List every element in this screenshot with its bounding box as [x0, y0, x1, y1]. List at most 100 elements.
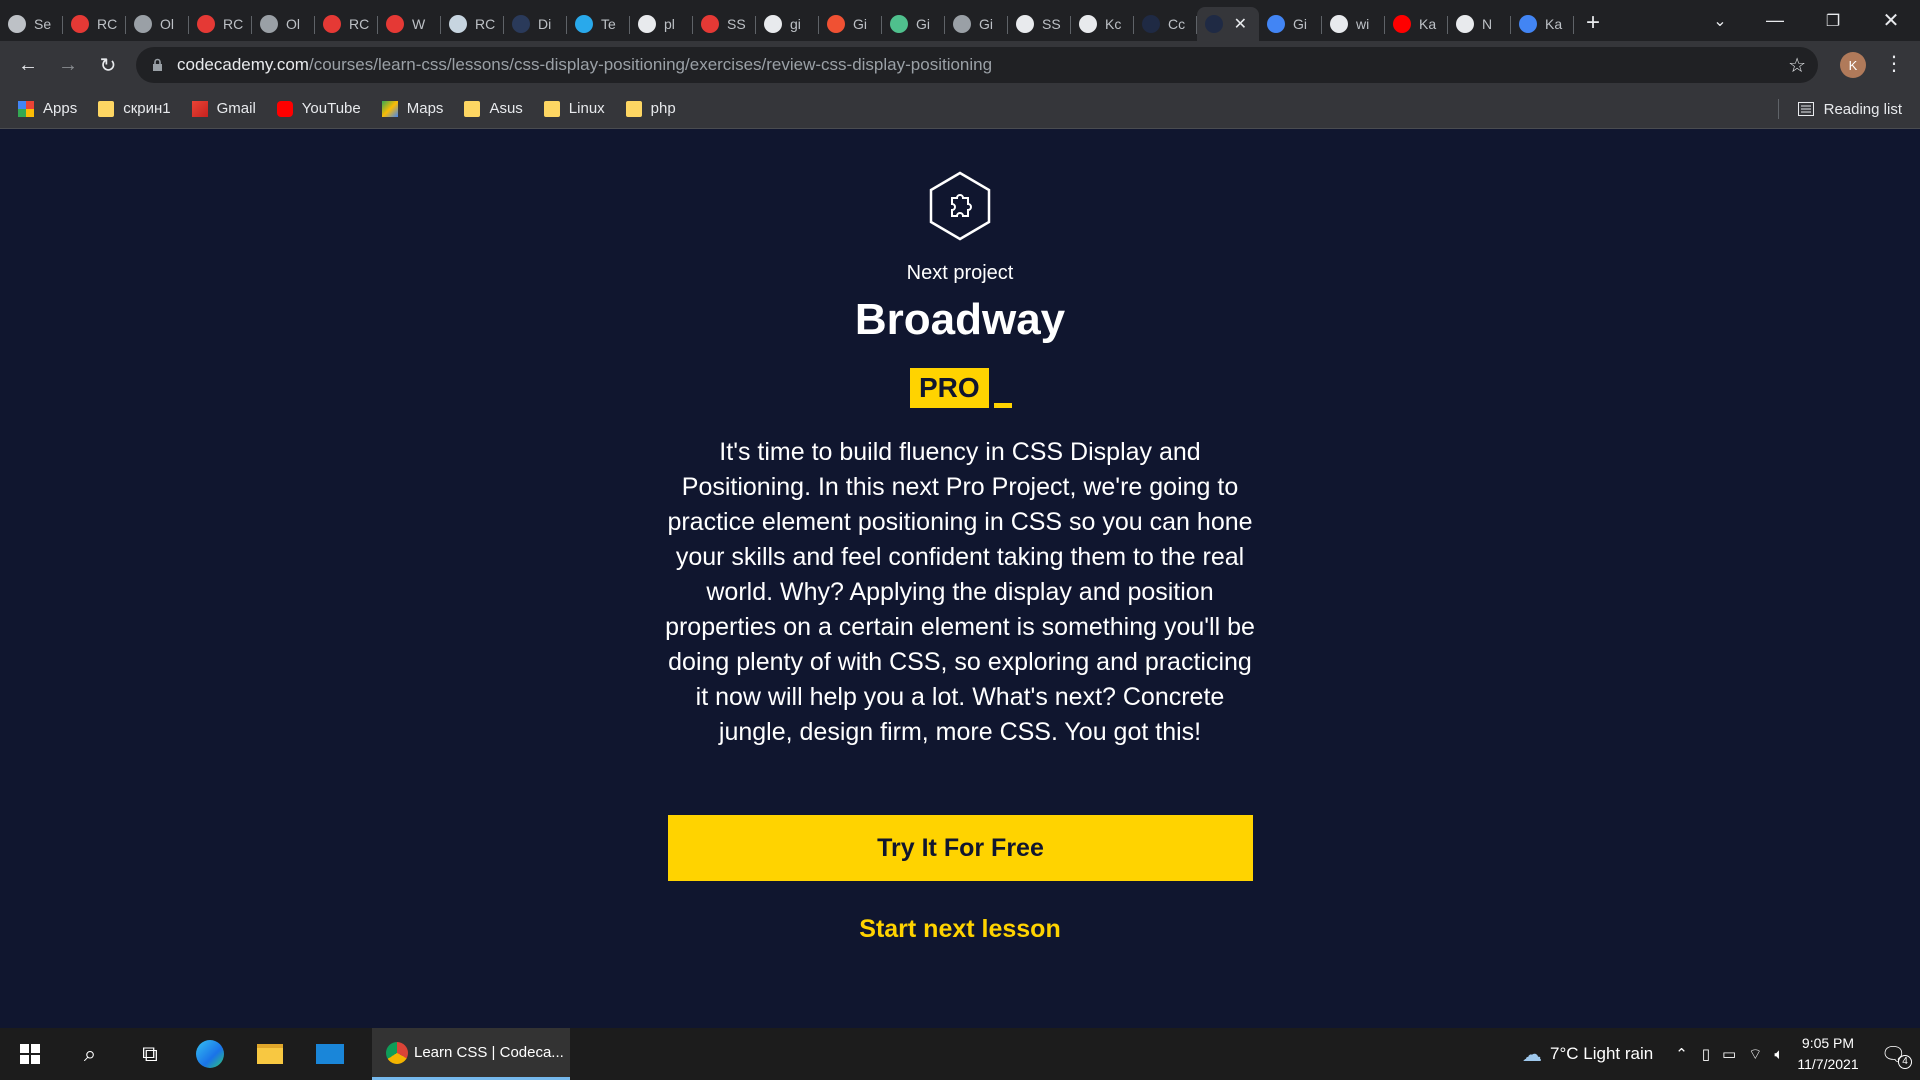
browser-tab-label: RC	[97, 16, 118, 32]
bookmark-item[interactable]: скрин1	[98, 100, 171, 117]
browser-tab-label: Ol	[286, 16, 300, 32]
weather-text[interactable]: 7°C Light rain	[1550, 1044, 1653, 1064]
forward-button[interactable]: →	[48, 45, 88, 85]
browser-tab-label: Kc	[1105, 16, 1122, 32]
browser-tab[interactable]: W	[378, 7, 441, 41]
dot-icon	[512, 15, 530, 33]
square-icon	[1142, 15, 1160, 33]
browser-tab[interactable]: ✕	[1197, 7, 1259, 41]
google-icon	[1519, 15, 1537, 33]
bookmark-item[interactable]: Linux	[543, 100, 605, 117]
search-icon[interactable]: ⌕	[60, 1028, 120, 1080]
page-title: Broadway	[854, 295, 1066, 344]
address-bar[interactable]: codecademy.com/courses/learn-css/lessons…	[136, 47, 1818, 83]
globe-icon	[134, 15, 152, 33]
start-next-lesson-link[interactable]: Start next lesson	[0, 915, 1920, 944]
browser-tab[interactable]: wi	[1322, 7, 1385, 41]
browser-tab[interactable]: Gi	[819, 7, 882, 41]
bookmark-label: Maps	[406, 100, 444, 117]
bookmark-label: Asus	[489, 100, 523, 117]
menu-kebab-icon[interactable]: ⋮	[1884, 51, 1904, 76]
browser-tab[interactable]: Se	[0, 7, 63, 41]
browser-tab[interactable]: Ol	[126, 7, 189, 41]
battery-saver-icon[interactable]: ▯	[1702, 1045, 1710, 1063]
clock-date: 11/7/2021	[1797, 1056, 1859, 1072]
bookmark-label: php	[650, 100, 676, 117]
edge-icon[interactable]	[180, 1028, 240, 1080]
browser-tab[interactable]: Ka	[1385, 7, 1448, 41]
file-explorer-icon[interactable]	[240, 1028, 300, 1080]
folder-icon	[543, 100, 560, 117]
page-content: Next project Broadway PRO It's time to b…	[0, 129, 1920, 1028]
browser-tab-label: RC	[349, 16, 370, 32]
reading-list-button[interactable]: Reading list	[1777, 89, 1902, 129]
bookmark-item[interactable]: Maps	[381, 100, 444, 117]
browser-tab[interactable]: RC	[441, 7, 504, 41]
browser-tab[interactable]: Cc	[1134, 7, 1197, 41]
bookmarks-bar: Apps скрин1 Gmail YouTube Maps Asus Linux php R…	[0, 89, 1920, 129]
browser-tab-label: wi	[1356, 16, 1370, 32]
github-icon	[1016, 15, 1034, 33]
browser-tab[interactable]: Gi	[882, 7, 945, 41]
browser-tab-label: Ka	[1419, 16, 1437, 32]
github-icon	[638, 15, 656, 33]
close-tab-icon[interactable]: ✕	[1234, 14, 1247, 34]
clock-time: 9:05 PM	[1801, 1035, 1855, 1051]
browser-tab[interactable]: N	[1448, 7, 1511, 41]
bookmark-item[interactable]: YouTube	[276, 100, 361, 117]
notifications-icon[interactable]: 🗨︎ 4	[1881, 1042, 1912, 1069]
browser-tab[interactable]: Gi	[1259, 7, 1322, 41]
bookmark-item[interactable]: Gmail	[191, 100, 256, 117]
browser-tab[interactable]: Kc	[1071, 7, 1134, 41]
taskbar-chrome-app[interactable]: Learn CSS | Codeca...	[372, 1028, 570, 1080]
pro-badge-text: PRO	[910, 368, 989, 408]
wifi-icon[interactable]: ⌔	[1748, 1045, 1762, 1064]
rog-icon	[71, 15, 89, 33]
browser-tab-label: Di	[538, 16, 552, 32]
browser-tab[interactable]: SS	[1008, 7, 1071, 41]
mail-icon[interactable]	[300, 1028, 360, 1080]
translate-icon	[1267, 15, 1285, 33]
bookmark-item[interactable]: Apps	[18, 100, 77, 117]
browser-tab[interactable]: RC	[189, 7, 252, 41]
notification-count: 4	[1898, 1054, 1912, 1069]
browser-toolbar: ← → ↻ codecademy.com/courses/learn-css/l…	[0, 41, 1920, 89]
browser-tab[interactable]: Te	[567, 7, 630, 41]
browser-tab[interactable]: Gi	[945, 7, 1008, 41]
browser-tab[interactable]: RC	[315, 7, 378, 41]
battery-icon[interactable]: ▭	[1722, 1045, 1736, 1063]
browser-tab[interactable]: gi	[756, 7, 819, 41]
browser-tab[interactable]: Di	[504, 7, 567, 41]
browser-tab-label: SS	[1042, 16, 1061, 32]
browser-tab[interactable]: pl	[630, 7, 693, 41]
clock[interactable]: 9:05 PM 11/7/2021	[1797, 1033, 1858, 1075]
browser-tab[interactable]: RC	[63, 7, 126, 41]
restore-button[interactable]: ❐	[1810, 0, 1856, 41]
bookmark-item[interactable]: php	[625, 100, 676, 117]
reload-button[interactable]: ↻	[88, 45, 128, 85]
task-view-icon[interactable]: ⧉	[120, 1028, 180, 1080]
github-icon	[1079, 15, 1097, 33]
close-window-button[interactable]: ✕	[1866, 0, 1916, 41]
new-tab-button[interactable]: +	[1586, 9, 1600, 37]
browser-tab-label: W	[412, 16, 426, 32]
bookmark-star-icon[interactable]: ☆	[1788, 53, 1806, 78]
try-it-for-free-button[interactable]: Try It For Free	[668, 815, 1253, 881]
tab-search-icon[interactable]: ⌄	[1702, 0, 1738, 41]
avatar[interactable]: K	[1840, 52, 1866, 78]
windows-taskbar: ⌕ ⧉ Learn CSS | Codeca... ☁ 7°C Light ra…	[0, 1028, 1920, 1080]
volume-icon[interactable]: 🔈︎	[1774, 1046, 1783, 1063]
google-icon	[1330, 15, 1348, 33]
openai-icon	[1456, 15, 1474, 33]
gmail-icon	[191, 100, 208, 117]
browser-tab[interactable]: Ol	[252, 7, 315, 41]
globe-icon	[260, 15, 278, 33]
windows-start-icon[interactable]	[0, 1028, 60, 1080]
browser-tab[interactable]: Ka	[1511, 7, 1574, 41]
back-button[interactable]: ←	[8, 45, 48, 85]
bookmark-item[interactable]: Asus	[464, 100, 523, 117]
browser-tab[interactable]: SS	[693, 7, 756, 41]
folder-icon	[98, 100, 115, 117]
minimize-button[interactable]: —	[1752, 0, 1798, 41]
chevron-up-icon[interactable]: ⌃	[1675, 1045, 1688, 1063]
